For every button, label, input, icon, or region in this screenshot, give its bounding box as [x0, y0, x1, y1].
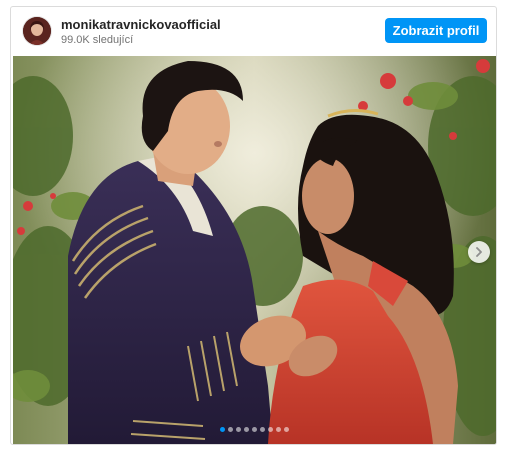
carousel-next-button[interactable] — [468, 241, 490, 263]
carousel-dot — [260, 427, 265, 432]
carousel-dot — [220, 427, 225, 432]
carousel-dot — [228, 427, 233, 432]
carousel-dot — [244, 427, 249, 432]
post-photo — [13, 56, 496, 444]
carousel-dot — [236, 427, 241, 432]
chevron-right-icon — [476, 247, 482, 257]
follower-count: 99.0K sledující — [61, 34, 134, 46]
view-profile-button[interactable]: Zobrazit profil — [385, 18, 487, 43]
profile-username[interactable]: monikatravnickovaofficial — [61, 17, 221, 32]
carousel-dot — [268, 427, 273, 432]
carousel-dot — [284, 427, 289, 432]
carousel-dot — [252, 427, 257, 432]
instagram-embed-card: monikatravnickovaofficial 99.0K sledujíc… — [10, 6, 497, 445]
carousel-indicator — [13, 427, 496, 432]
carousel-dot — [276, 427, 281, 432]
post-image[interactable] — [13, 56, 496, 444]
profile-avatar[interactable] — [23, 17, 51, 45]
post-header: monikatravnickovaofficial 99.0K sledujíc… — [11, 7, 496, 55]
